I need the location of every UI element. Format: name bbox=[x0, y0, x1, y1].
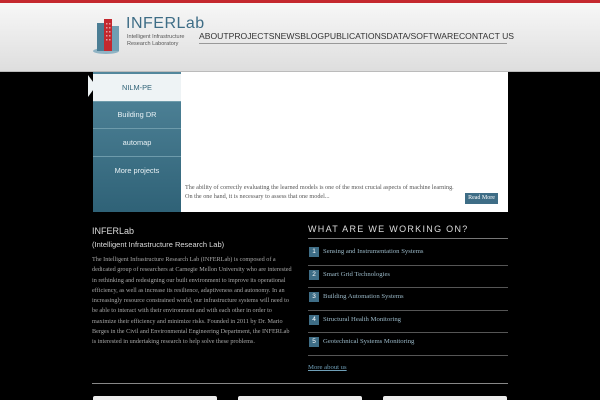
item-number-badge: 1 bbox=[309, 247, 319, 257]
logo-tagline-1: Intelligent Infrastructure bbox=[127, 34, 185, 40]
working-on-link[interactable]: Building Automation Systems bbox=[323, 293, 404, 300]
list-item: 4 Structural Health Monitoring bbox=[308, 311, 508, 333]
nav-news[interactable]: NEWS bbox=[274, 30, 300, 43]
read-more-button[interactable]: Read More bbox=[465, 193, 498, 204]
working-on-section: WHAT ARE WE WORKING ON? 1 Sensing and In… bbox=[308, 224, 508, 374]
nav-publications[interactable]: PUBLICATIONS bbox=[324, 30, 386, 43]
site-header: INFERLab Intelligent Infrastructure Rese… bbox=[0, 3, 600, 72]
slider-tab-automap[interactable]: automap bbox=[93, 129, 181, 157]
about-section: INFERLab (Intelligent Infrastructure Res… bbox=[92, 226, 292, 348]
item-number-badge: 3 bbox=[309, 292, 319, 302]
slider-caption: The ability of correctly evaluating the … bbox=[185, 184, 454, 200]
footer-box-2 bbox=[238, 396, 362, 400]
working-on-link[interactable]: Geotechnical Systems Monitoring bbox=[323, 338, 414, 345]
slider-tab-building-dr[interactable]: Building DR bbox=[93, 101, 181, 129]
footer-box-3 bbox=[383, 396, 507, 400]
working-on-list: 1 Sensing and Instrumentation Systems 2 … bbox=[308, 243, 508, 356]
site-logo[interactable]: INFERLab Intelligent Infrastructure Rese… bbox=[92, 15, 205, 59]
list-item: 2 Smart Grid Technologies bbox=[308, 266, 508, 288]
slider-tab-nilm-pe[interactable]: NILM-PE bbox=[93, 74, 181, 102]
active-tab-arrow bbox=[88, 75, 96, 97]
nav-blog[interactable]: BLOG bbox=[300, 30, 324, 43]
list-item: 5 Geotechnical Systems Monitoring bbox=[308, 333, 508, 356]
list-item: 1 Sensing and Instrumentation Systems bbox=[308, 243, 508, 266]
footer-divider bbox=[92, 383, 508, 384]
working-on-link[interactable]: Structural Health Monitoring bbox=[323, 316, 401, 323]
nav-projects[interactable]: PROJECTS bbox=[229, 30, 275, 43]
working-on-link[interactable]: Smart Grid Technologies bbox=[323, 271, 390, 278]
about-subtitle: (Intelligent Infrastructure Research Lab… bbox=[92, 240, 225, 249]
nav-contact-us[interactable]: CONTACT US bbox=[459, 30, 514, 43]
list-item: 3 Building Automation Systems bbox=[308, 288, 508, 311]
main-nav: ABOUT PROJECTS NEWS BLOG PUBLICATIONS DA… bbox=[199, 30, 514, 44]
footer-box-1 bbox=[93, 396, 217, 400]
slider-tab-more-projects[interactable]: More projects bbox=[93, 157, 181, 185]
slider-panel: The ability of correctly evaluating the … bbox=[181, 72, 508, 212]
working-on-title: WHAT ARE WE WORKING ON? bbox=[308, 224, 469, 234]
item-number-badge: 5 bbox=[309, 337, 319, 347]
building-logo-icon bbox=[93, 19, 119, 54]
logo-name: INFERLab bbox=[126, 15, 205, 32]
working-on-divider bbox=[308, 238, 508, 239]
slider-tabs: NILM-PE Building DR automap More project… bbox=[93, 72, 181, 212]
nav-about[interactable]: ABOUT bbox=[199, 30, 229, 43]
working-on-link[interactable]: Sensing and Instrumentation Systems bbox=[323, 248, 424, 255]
about-title: INFERLab bbox=[92, 226, 135, 236]
nav-data-software[interactable]: DATA/SOFTWARE bbox=[387, 30, 459, 43]
more-about-us-link[interactable]: More about us bbox=[308, 364, 347, 371]
about-text: The Intelligent Infrastructure Research … bbox=[92, 256, 292, 346]
item-number-badge: 4 bbox=[309, 314, 319, 325]
logo-tagline-2: Research Laboratory bbox=[127, 41, 179, 47]
item-number-badge: 2 bbox=[309, 269, 319, 280]
